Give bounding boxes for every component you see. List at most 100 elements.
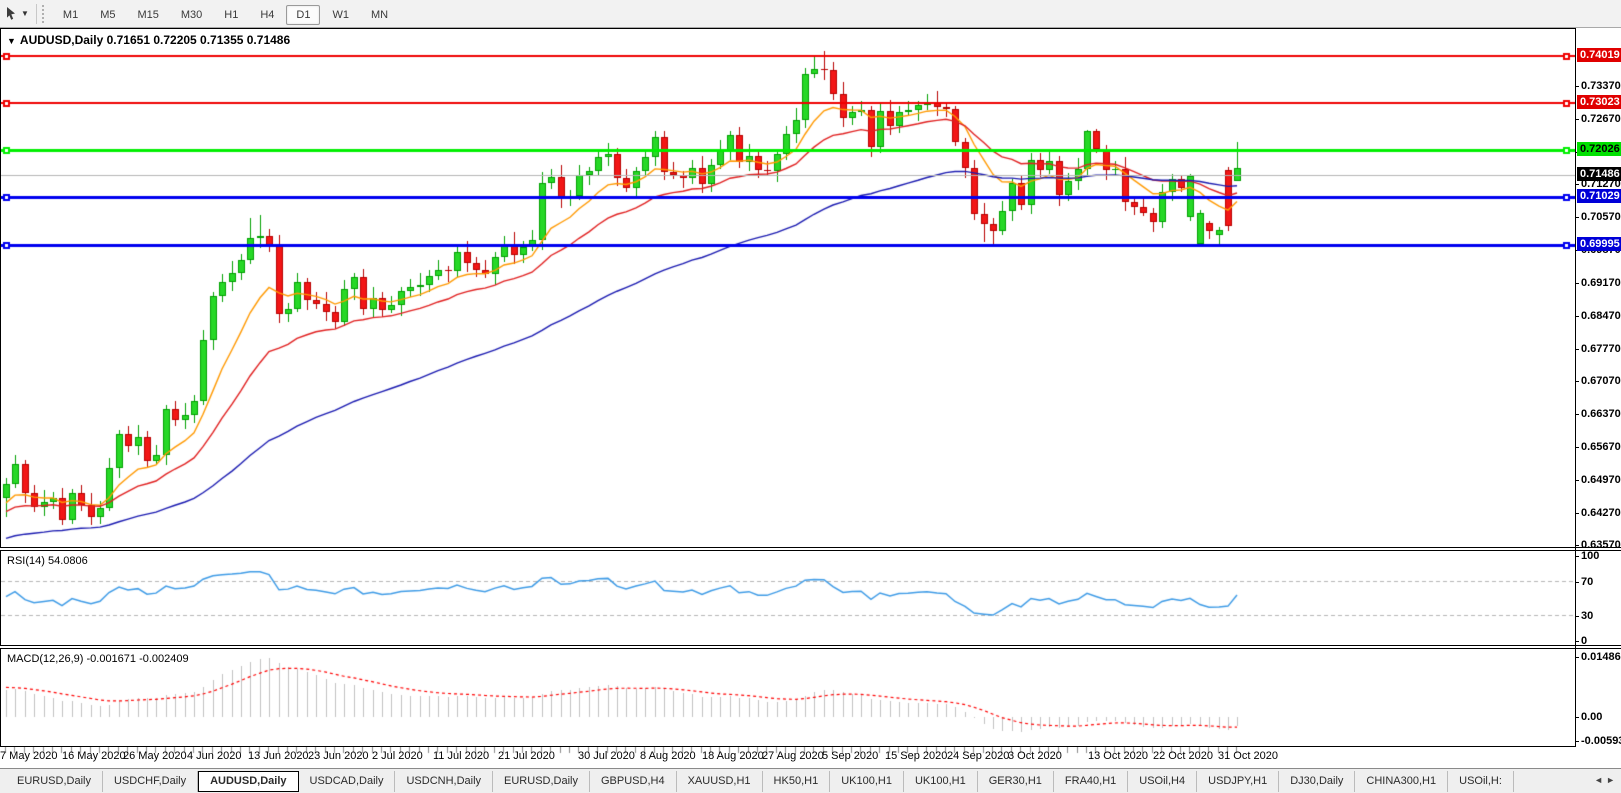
- axis-tick: [1575, 616, 1579, 617]
- price-level-badge: 0.71029: [1577, 189, 1621, 203]
- symbol-tab-usoil-h4[interactable]: USOil,H4: [1128, 771, 1197, 792]
- axis-tick: [1575, 717, 1579, 718]
- symbol-tab-audusd-daily[interactable]: AUDUSD,Daily: [198, 771, 298, 792]
- date-label: 11 Jul 2020: [433, 750, 489, 762]
- axis-tick: [1575, 184, 1579, 185]
- cursor-dropdown-caret-icon[interactable]: ▼: [21, 9, 29, 18]
- date-label: 18 Aug 2020: [702, 750, 764, 762]
- symbol-tab-dj30-daily[interactable]: DJ30,Daily: [1279, 771, 1355, 792]
- price-tick-label: 0.66370: [1581, 408, 1621, 421]
- tab-scroll-left-icon[interactable]: ◄: [1594, 775, 1606, 785]
- symbol-tab-usdjpy-h1[interactable]: USDJPY,H1: [1197, 771, 1279, 792]
- axis-tick: [1575, 545, 1579, 546]
- price-level-badge: 0.73023: [1577, 95, 1621, 109]
- axis-tick: [1575, 657, 1579, 658]
- symbol-tab-usdcad-daily[interactable]: USDCAD,Daily: [299, 771, 396, 792]
- symbol-tab-usdchf-daily[interactable]: USDCHF,Daily: [103, 771, 198, 792]
- symbol-tab-gbpusd-h4[interactable]: GBPUSD,H4: [590, 771, 677, 792]
- tab-scroll-arrows: ◄►: [1594, 775, 1618, 785]
- symbol-tab-uk100-h1[interactable]: UK100,H1: [904, 771, 978, 792]
- tab-scroll-right-icon[interactable]: ►: [1606, 775, 1618, 785]
- chart-ohlc-values: 0.71651 0.72205 0.71355 0.71486: [107, 33, 291, 47]
- axis-tick: [1575, 480, 1579, 481]
- price-level-badge: 0.69995: [1577, 237, 1621, 251]
- price-tick-label: 0.69170: [1581, 277, 1621, 290]
- macd-tick-label: -0.005938: [1581, 735, 1621, 748]
- date-label: 24 Sep 2020: [947, 750, 1009, 762]
- price-tick-label: 0.67070: [1581, 375, 1621, 388]
- axis-tick: [1575, 447, 1579, 448]
- chart-cursor-icon[interactable]: [4, 6, 19, 21]
- macd-indicator-pane: [0, 649, 1576, 747]
- axis-tick: [1575, 741, 1579, 742]
- timeframe-button-group: M1M5M15M30H1H4D1W1MN: [52, 5, 399, 23]
- symbol-tab-china300-h1[interactable]: CHINA300,H1: [1355, 771, 1448, 792]
- timeframe-toolbar: ▼ M1M5M15M30H1H4D1W1MN: [0, 0, 1621, 28]
- symbol-tab-bar: EURUSD,DailyUSDCHF,DailyAUDUSD,DailyUSDC…: [0, 768, 1621, 793]
- symbol-tab-usdcnh-daily[interactable]: USDCNH,Daily: [395, 771, 493, 792]
- price-chart-pane: [0, 28, 1576, 548]
- date-label: 30 Jul 2020: [578, 750, 635, 762]
- date-label: 21 Jul 2020: [498, 750, 555, 762]
- price-chart-canvas[interactable]: [1, 29, 1576, 548]
- rsi-tick-label: 30: [1581, 610, 1593, 623]
- timeframe-button-h1[interactable]: H1: [214, 5, 248, 25]
- timeframe-button-w1[interactable]: W1: [322, 5, 359, 25]
- rsi-label: RSI(14) 54.0806: [7, 555, 88, 567]
- price-axis-line[interactable]: [1575, 28, 1576, 746]
- symbol-tab-eurusd-daily[interactable]: EURUSD,Daily: [6, 771, 103, 792]
- date-label: 31 Oct 2020: [1218, 750, 1278, 762]
- date-label: 13 Oct 2020: [1088, 750, 1148, 762]
- price-level-badge: 0.74019: [1577, 48, 1621, 62]
- date-label: 13 Jun 2020: [248, 750, 309, 762]
- symbol-tab-ger30-h1[interactable]: GER30,H1: [978, 771, 1054, 792]
- date-label: 27 Aug 2020: [762, 750, 824, 762]
- date-label: 3 Oct 2020: [1008, 750, 1062, 762]
- macd-tick-label: 0.014861: [1581, 651, 1621, 664]
- timeframe-button-h4[interactable]: H4: [250, 5, 284, 25]
- symbol-tab-xauusd-h1[interactable]: XAUUSD,H1: [677, 771, 763, 792]
- symbol-tab-fra40-h1[interactable]: FRA40,H1: [1054, 771, 1128, 792]
- rsi-tick-label: 0: [1581, 635, 1587, 648]
- chart-symbol-label: AUDUSD,Daily: [20, 33, 103, 47]
- axis-tick: [1575, 513, 1579, 514]
- date-label: 26 May 2020: [123, 750, 187, 762]
- collapse-triangle-icon[interactable]: ▼: [7, 36, 16, 46]
- price-tick-label: 0.64970: [1581, 474, 1621, 487]
- timeframe-button-m15[interactable]: M15: [127, 5, 168, 25]
- symbol-tabs: EURUSD,DailyUSDCHF,DailyAUDUSD,DailyUSDC…: [6, 771, 1514, 792]
- axis-tick: [1575, 119, 1579, 120]
- timeframe-button-m5[interactable]: M5: [90, 5, 125, 25]
- price-tick-label: 0.67770: [1581, 343, 1621, 356]
- axis-tick: [1575, 582, 1579, 583]
- symbol-tab-usoil-h-[interactable]: USOil,H:: [1448, 771, 1514, 792]
- price-tick-label: 0.65670: [1581, 441, 1621, 454]
- timeframe-button-m30[interactable]: M30: [171, 5, 212, 25]
- date-label: 16 May 2020: [62, 750, 126, 762]
- macd-tick-label: 0.00: [1581, 711, 1602, 724]
- price-level-badge: 0.71486: [1577, 167, 1621, 181]
- macd-canvas[interactable]: [1, 649, 1576, 746]
- timeframe-button-d1[interactable]: D1: [286, 5, 320, 25]
- symbol-tab-hk50-h1[interactable]: HK50,H1: [763, 771, 831, 792]
- timeframe-button-m1[interactable]: M1: [53, 5, 88, 25]
- symbol-tab-eurusd-daily[interactable]: EURUSD,Daily: [493, 771, 590, 792]
- axis-tick: [1575, 86, 1579, 87]
- price-tick-label: 0.73370: [1581, 80, 1621, 93]
- date-label: 2 Jul 2020: [372, 750, 423, 762]
- timeframe-button-mn[interactable]: MN: [361, 5, 398, 25]
- date-label: 8 Aug 2020: [640, 750, 696, 762]
- axis-tick: [1575, 556, 1579, 557]
- toolbar-separator: [36, 4, 37, 24]
- axis-tick: [1575, 641, 1579, 642]
- rsi-indicator-pane: [0, 551, 1576, 645]
- date-label: 7 May 2020: [0, 750, 57, 762]
- axis-tick: [1575, 283, 1579, 284]
- toolbar-grip-handle[interactable]: [42, 5, 47, 23]
- rsi-tick-label: 70: [1581, 576, 1593, 589]
- macd-label: MACD(12,26,9) -0.001671 -0.002409: [7, 653, 189, 665]
- rsi-tick-label: 100: [1581, 550, 1599, 563]
- rsi-canvas[interactable]: [1, 551, 1576, 645]
- axis-tick: [1575, 349, 1579, 350]
- symbol-tab-uk100-h1[interactable]: UK100,H1: [830, 771, 904, 792]
